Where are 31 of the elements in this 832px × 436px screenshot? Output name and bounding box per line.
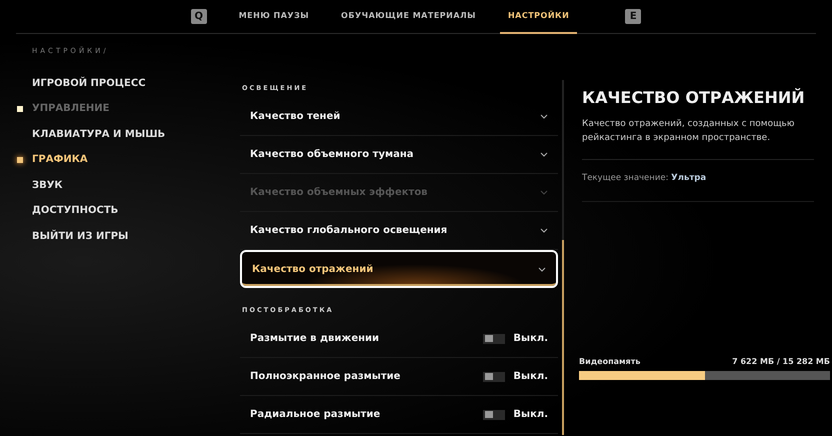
sidebar-item[interactable]: ВЫЙТИ ИЗ ИГРЫ (32, 224, 128, 249)
setting-row[interactable]: Качество отражений (240, 250, 558, 288)
setting-row[interactable]: Радиальное размытие Выкл. (240, 396, 558, 434)
toggle-value: Выкл. (513, 408, 548, 422)
chevron-down-icon (538, 266, 546, 272)
setting-row[interactable]: Размытие в движении Выкл. (240, 320, 558, 358)
detail-description: Качество отражений, созданных с помощью рейкастинга в экранном пространстве. (582, 118, 814, 160)
chevron-down-icon (540, 152, 548, 157)
sidebar-item[interactable]: ДОСТУПНОСТЬ (32, 198, 118, 224)
scrollbar[interactable] (562, 80, 564, 435)
tab[interactable]: МЕНЮ ПАУЗЫ (230, 0, 318, 34)
key-hint[interactable]: Q (190, 9, 207, 24)
setting-row[interactable]: Полноэкранное размытие Выкл. (240, 358, 558, 396)
toggle-value: Выкл. (513, 370, 548, 384)
sidebar-item[interactable]: ЗВУК (32, 172, 63, 198)
key-hint[interactable]: E (625, 9, 642, 24)
chevron-down-icon (540, 190, 548, 195)
tab[interactable]: НАСТРОЙКИ (500, 0, 578, 34)
tab[interactable]: ОБУЧАЮЩИЕ МАТЕРИАЛЫ (333, 0, 484, 34)
vram-label: Видеопамять (579, 356, 640, 368)
sidebar-item[interactable]: ГРАФИКА (32, 147, 88, 172)
chevron-down-icon (540, 228, 548, 233)
sidebar-item[interactable]: КЛАВИАТУРА И МЫШЬ (32, 122, 166, 147)
detail-title: КАЧЕСТВО ОТРАЖЕНИЙ (582, 87, 806, 109)
setting-row[interactable]: Качество объемного тумана (240, 136, 558, 174)
sidebar-item[interactable]: ИГРОВОЙ ПРОЦЕСС (32, 70, 146, 96)
current-value: Текущее значение: Ультра (582, 160, 814, 202)
setting-row[interactable]: Качество теней (240, 98, 558, 136)
chevron-down-icon (540, 114, 548, 119)
vram-reading: 7 622 МБ / 15 282 МБ (732, 356, 830, 368)
toggle-value: Выкл. (513, 332, 548, 346)
